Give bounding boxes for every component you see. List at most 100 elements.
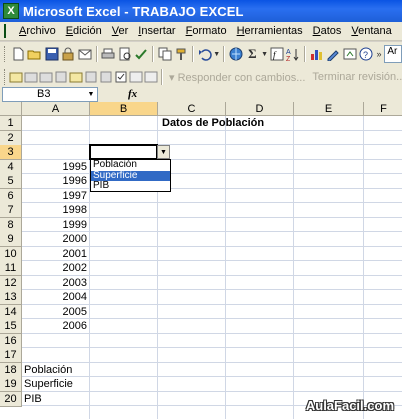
row-header-17[interactable]: 17 — [0, 348, 22, 363]
worksheet-grid[interactable]: A B C D E F 1 2 3 4 5 6 7 8 9 10 11 12 13 14 15 16 17 18 19 20 Dat… — [0, 102, 402, 419]
row-header-6[interactable]: 6 — [0, 188, 22, 204]
copy-icon[interactable] — [157, 45, 172, 63]
validation-dropdown-list[interactable]: Población Superficie PIB — [90, 159, 171, 192]
row-header-1[interactable]: 1 — [0, 116, 22, 131]
spelling-icon[interactable] — [133, 45, 148, 63]
cell-a15[interactable]: 2006 — [22, 319, 90, 334]
hyperlink-icon[interactable] — [228, 45, 243, 63]
cell-a8[interactable]: 1999 — [22, 218, 90, 233]
review-icon-9[interactable] — [129, 68, 143, 86]
row-header-2[interactable]: 2 — [0, 130, 22, 146]
workbook-icon[interactable] — [4, 24, 6, 38]
cell-c1[interactable]: Datos de Población — [160, 116, 270, 131]
menu-edicion[interactable]: Edición — [61, 25, 107, 37]
row-header-4[interactable]: 4 — [0, 159, 22, 175]
select-all-corner[interactable] — [0, 102, 22, 116]
reply-with-changes-button[interactable]: ▾ Responder con cambios... — [166, 71, 308, 84]
row-header-8[interactable]: 8 — [0, 217, 22, 233]
cell-a20[interactable]: PIB — [22, 392, 90, 407]
cell-a6[interactable]: 1997 — [22, 189, 90, 204]
column-header-a[interactable]: A — [22, 102, 90, 116]
autosum-dropdown-icon[interactable]: ▼ — [261, 45, 268, 63]
menu-datos[interactable]: Datos — [308, 25, 347, 37]
new-file-icon[interactable] — [11, 45, 26, 63]
cell-a14[interactable]: 2005 — [22, 305, 90, 320]
review-icon-10[interactable] — [144, 68, 158, 86]
column-header-f[interactable]: F — [364, 102, 402, 116]
menu-archivo[interactable]: Archivo — [14, 25, 61, 37]
column-header-e[interactable]: E — [294, 102, 364, 116]
row-header-15[interactable]: 15 — [0, 319, 22, 334]
row-header-10[interactable]: 10 — [0, 246, 22, 262]
cell-a9[interactable]: 2000 — [22, 232, 90, 247]
menu-ventana[interactable]: Ventana — [346, 25, 396, 37]
checkbox-icon[interactable] — [114, 68, 128, 86]
review-icon-4[interactable] — [54, 68, 68, 86]
toolbar-options-icon[interactable]: » — [375, 45, 384, 63]
review-icon-5[interactable] — [69, 68, 83, 86]
print-icon[interactable] — [101, 45, 116, 63]
format-painter-icon[interactable] — [173, 45, 188, 63]
cell-a10[interactable]: 2001 — [22, 247, 90, 262]
row-header-9[interactable]: 9 — [0, 232, 22, 247]
sort-ascending-icon[interactable]: AZ — [285, 45, 300, 63]
review-icon-6[interactable] — [84, 68, 98, 86]
excel-app-icon[interactable]: X — [3, 3, 19, 19]
dropdown-option[interactable]: Población — [91, 159, 170, 171]
cell-a13[interactable]: 2004 — [22, 290, 90, 305]
review-icon-7[interactable] — [99, 68, 113, 86]
row-header-7[interactable]: 7 — [0, 203, 22, 218]
permission-icon[interactable] — [61, 45, 76, 63]
drawing-icon[interactable] — [325, 45, 340, 63]
name-box-dropdown-icon[interactable]: ▼ — [85, 88, 97, 101]
row-header-12[interactable]: 12 — [0, 275, 22, 291]
chart-wizard-icon[interactable] — [309, 45, 324, 63]
validation-dropdown-arrow-icon[interactable]: ▼ — [157, 145, 170, 159]
row-header-3[interactable]: 3 — [0, 145, 22, 160]
save-icon[interactable] — [44, 45, 59, 63]
row-header-13[interactable]: 13 — [0, 290, 22, 305]
menu-insertar[interactable]: Insertar — [133, 25, 180, 37]
toolbar-grip[interactable] — [4, 46, 7, 62]
cell-a19[interactable]: Superficie — [22, 377, 90, 392]
menu-help[interactable]: ? — [397, 25, 402, 37]
email-icon[interactable] — [77, 45, 92, 63]
autosum-icon[interactable]: Σ — [245, 45, 260, 63]
column-header-c[interactable]: C — [158, 102, 226, 116]
active-cell-b3[interactable] — [89, 144, 158, 160]
font-name-field[interactable]: Ar — [384, 45, 402, 63]
open-folder-icon[interactable] — [27, 45, 43, 63]
toolbar-grip[interactable] — [4, 69, 5, 85]
cell-a4[interactable]: 1995 — [22, 160, 90, 175]
insert-function-icon[interactable]: f — [269, 45, 284, 63]
name-box[interactable]: B3 ▼ — [2, 86, 98, 102]
row-header-5[interactable]: 5 — [0, 174, 22, 189]
zoom-icon[interactable] — [342, 45, 357, 63]
review-icon-1[interactable] — [9, 68, 23, 86]
review-icon-2[interactable] — [24, 68, 38, 86]
cell-a18[interactable]: Población — [22, 363, 90, 378]
cell-a7[interactable]: 1998 — [22, 203, 90, 218]
dropdown-option[interactable]: PIB — [91, 180, 170, 192]
row-header-18[interactable]: 18 — [0, 362, 22, 378]
cell-a12[interactable]: 2003 — [22, 276, 90, 291]
row-header-11[interactable]: 11 — [0, 261, 22, 276]
menu-herramientas[interactable]: Herramientas — [232, 25, 308, 37]
end-review-button[interactable]: Terminar revisión... — [309, 71, 402, 83]
row-header-19[interactable]: 19 — [0, 377, 22, 392]
row-header-20[interactable]: 20 — [0, 391, 22, 407]
help-icon[interactable]: ? — [358, 45, 373, 63]
row-header-16[interactable]: 16 — [0, 333, 22, 349]
cell-a11[interactable]: 2002 — [22, 261, 90, 276]
menu-formato[interactable]: Formato — [181, 25, 232, 37]
insert-function-fx-icon[interactable]: fx — [128, 88, 137, 100]
print-preview-icon[interactable] — [117, 45, 132, 63]
review-icon-3[interactable] — [39, 68, 53, 86]
row-header-14[interactable]: 14 — [0, 304, 22, 320]
menu-ver[interactable]: Ver — [107, 25, 134, 37]
cell-a5[interactable]: 1996 — [22, 174, 90, 189]
column-header-b[interactable]: B — [90, 102, 158, 116]
column-header-d[interactable]: D — [226, 102, 294, 116]
undo-dropdown-icon[interactable]: ▼ — [213, 45, 220, 63]
undo-icon[interactable] — [197, 45, 212, 63]
